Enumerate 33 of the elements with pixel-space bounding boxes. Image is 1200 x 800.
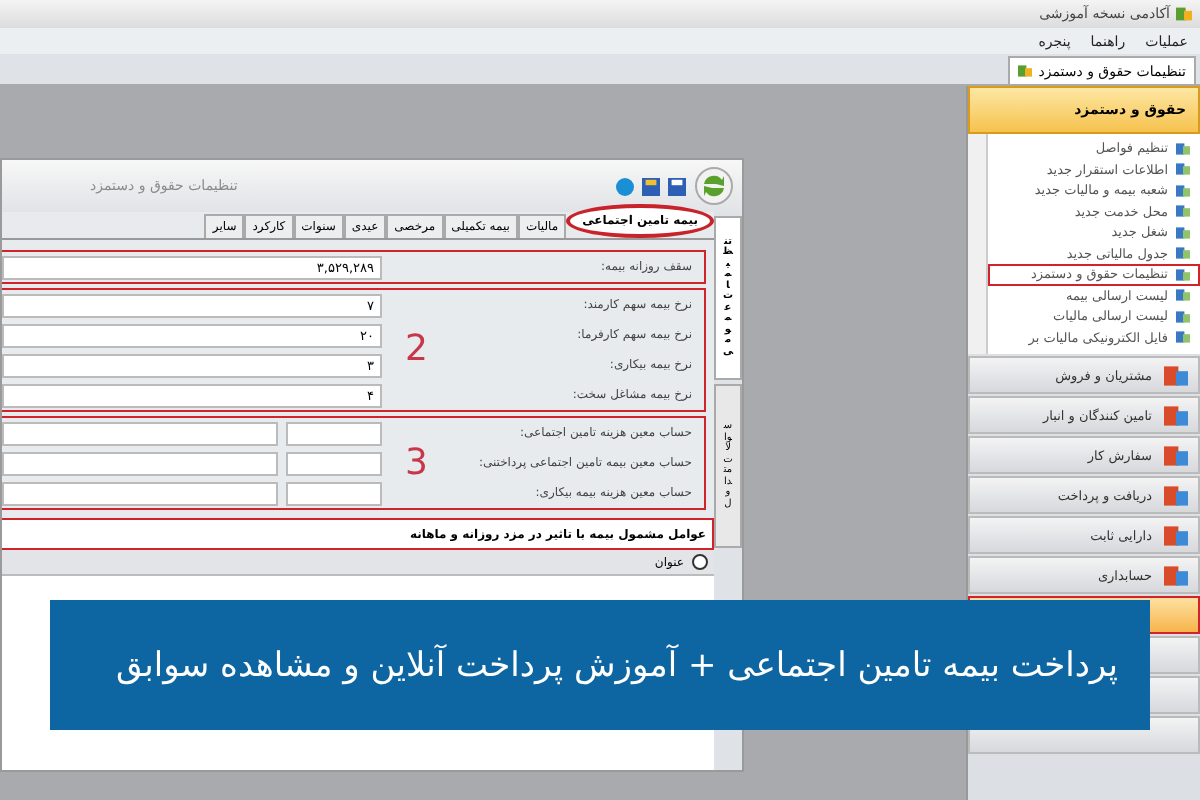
- item-icon: [1176, 225, 1190, 240]
- item-icon: [1176, 183, 1190, 198]
- annotation-number: 2: [405, 332, 428, 368]
- app-icon: [1176, 6, 1192, 22]
- item-icon: [1176, 162, 1190, 177]
- input-field[interactable]: [286, 481, 382, 505]
- module-icon: [1164, 363, 1188, 387]
- module-icon: [1164, 483, 1188, 507]
- radio-button[interactable]: [692, 554, 708, 570]
- input-field[interactable]: [2, 451, 278, 475]
- input-field[interactable]: [286, 421, 382, 445]
- module-icon: [1164, 563, 1188, 587]
- banner-toast: پرداخت بیمه تامین اجتماعی + آموزش پرداخت آنلاین و مشاهده سوابق: [50, 600, 1150, 730]
- item-icon: [1176, 267, 1190, 282]
- input-field[interactable]: [2, 421, 278, 445]
- item-icon: [1176, 141, 1190, 156]
- save-icon[interactable]: [668, 177, 686, 195]
- module-icon: [1164, 403, 1188, 427]
- scrollbar[interactable]: [968, 134, 988, 354]
- refresh-icon[interactable]: [694, 166, 734, 206]
- app-icon: [1018, 64, 1033, 78]
- annotation-number: 3: [405, 445, 428, 481]
- input-field[interactable]: [286, 451, 382, 475]
- item-icon: [1176, 330, 1190, 345]
- module-icon: [1164, 443, 1188, 467]
- save-icon[interactable]: [642, 177, 660, 195]
- item-icon: [1176, 288, 1190, 303]
- module-icon: [1164, 523, 1188, 547]
- item-icon: [1176, 309, 1190, 324]
- help-icon[interactable]: [616, 177, 634, 195]
- item-icon: [1176, 246, 1190, 261]
- input-field[interactable]: [2, 481, 278, 505]
- item-icon: [1176, 204, 1190, 219]
